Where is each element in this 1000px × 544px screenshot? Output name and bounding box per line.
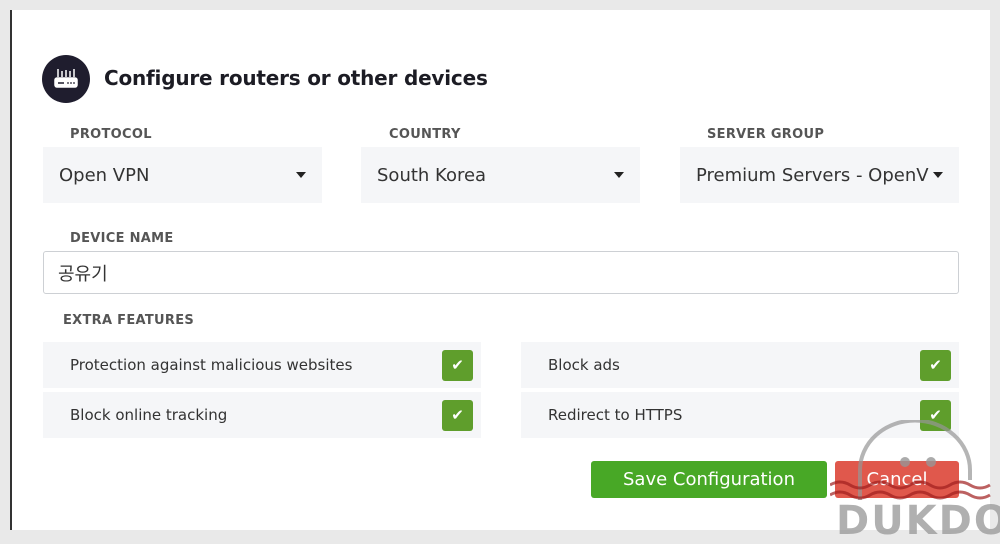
checkbox-checked[interactable]: ✔ [442,349,473,381]
country-select[interactable]: South Korea [361,147,640,203]
watermark: DUKDO [836,498,1000,544]
feature-label: Block ads [548,356,620,374]
router-icon [42,55,90,103]
feature-label: Protection against malicious websites [70,356,353,374]
page-title: Configure routers or other devices [104,66,488,90]
server-group-select[interactable]: Premium Servers - OpenVPN [680,147,959,203]
server-group-value: Premium Servers - OpenVPN [696,164,929,186]
feature-block-tracking[interactable]: Block online tracking ✔ [43,392,481,438]
feature-label: Block online tracking [70,406,228,424]
caret-down-icon [614,172,624,178]
caret-down-icon [933,172,943,178]
device-name-label: DEVICE NAME [70,231,174,246]
protocol-select[interactable]: Open VPN [43,147,322,203]
country-label: COUNTRY [389,127,461,142]
feature-label: Redirect to HTTPS [548,406,683,424]
checkbox-checked[interactable]: ✔ [920,349,951,381]
server-group-label: SERVER GROUP [707,127,825,142]
feature-malicious-websites[interactable]: Protection against malicious websites ✔ [43,342,481,388]
watermark-ghost-icon [830,420,991,500]
protocol-value: Open VPN [59,164,150,186]
device-name-input[interactable]: 공유기 [43,251,959,294]
country-value: South Korea [377,164,487,186]
checkbox-checked[interactable]: ✔ [442,399,473,431]
feature-block-ads[interactable]: Block ads ✔ [521,342,959,388]
protocol-label: PROTOCOL [70,127,152,142]
caret-down-icon [296,172,306,178]
save-configuration-button[interactable]: Save Configuration [591,461,827,498]
extra-features-label: EXTRA FEATURES [63,313,195,328]
